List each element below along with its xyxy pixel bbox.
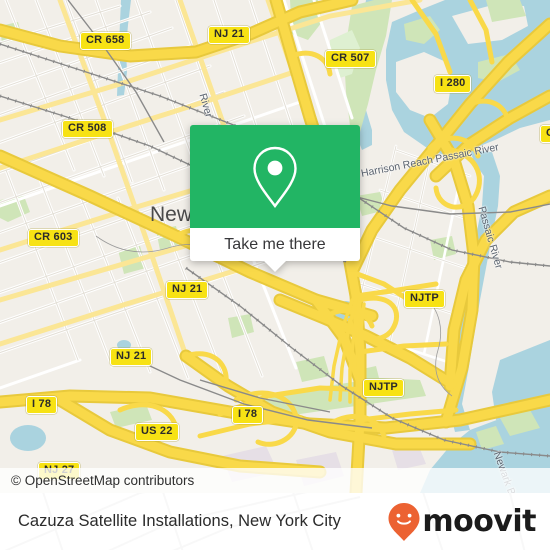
road-shield-i-78-center[interactable]: I 78: [232, 406, 264, 424]
road-shield-nj-21[interactable]: NJ 21: [208, 26, 251, 44]
road-shield-cr-658[interactable]: CR 658: [80, 32, 131, 50]
map-pin-icon: [253, 146, 297, 208]
popup-pointer: [264, 261, 286, 272]
road-shield-cr-507[interactable]: CR 507: [325, 50, 376, 68]
road-shield-partial-right[interactable]: C: [540, 125, 550, 143]
place-title: Cazuza Satellite Installations, New York…: [18, 512, 341, 530]
road-shield-njtp-lower[interactable]: NJTP: [363, 379, 404, 397]
take-me-there-label: Take me there: [224, 235, 326, 253]
moovit-logo[interactable]: moovit: [387, 502, 550, 542]
moovit-pin-smiley-icon: [388, 502, 420, 541]
moovit-map-share-image: .land{fill:#f2efe9} .block{fill:#eeebe4}…: [0, 0, 550, 550]
road-shield-nj-21-mid[interactable]: NJ 21: [166, 281, 209, 299]
map-attribution-bar: © OpenStreetMap contributors: [0, 468, 550, 493]
road-shield-us-22[interactable]: US 22: [135, 423, 179, 441]
road-shield-cr-603[interactable]: CR 603: [28, 229, 79, 247]
footer-bar: Cazuza Satellite Installations, New York…: [0, 493, 550, 550]
map-place-label: New: [150, 203, 193, 226]
destination-popup-card[interactable]: Take me there: [190, 125, 360, 272]
road-shield-i-280[interactable]: I 280: [434, 75, 472, 93]
road-shield-i-78-left[interactable]: I 78: [26, 396, 58, 414]
road-shield-njtp-upper[interactable]: NJTP: [404, 290, 445, 308]
road-shield-nj-21-lower[interactable]: NJ 21: [110, 348, 153, 366]
road-shield-cr-508[interactable]: CR 508: [62, 120, 113, 138]
popup-action[interactable]: Take me there: [190, 228, 360, 261]
map-viewport[interactable]: .land{fill:#f2efe9} .block{fill:#eeebe4}…: [0, 0, 550, 493]
popup-header: [190, 125, 360, 228]
attribution-text[interactable]: © OpenStreetMap contributors: [0, 473, 194, 488]
moovit-wordmark: moovit: [422, 503, 536, 539]
